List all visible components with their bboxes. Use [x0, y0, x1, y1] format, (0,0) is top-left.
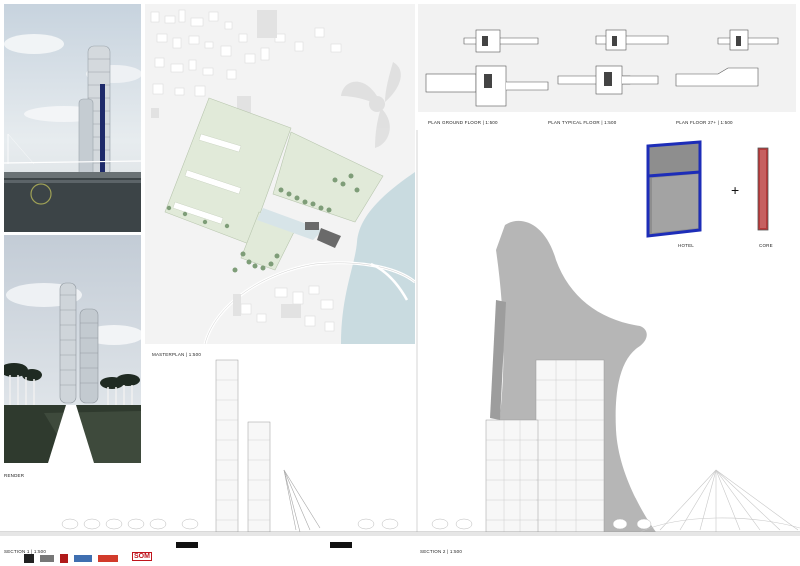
plan-typical-label: PLAN TYPICAL FLOOR | 1:500	[548, 120, 617, 125]
plans-panel	[418, 4, 796, 112]
core-label: CORE	[759, 243, 773, 248]
hotel-label: HOTEL	[678, 243, 695, 248]
som-logo: SOM	[132, 552, 152, 561]
hotel-core-diagram	[640, 138, 790, 248]
plus-sign: +	[731, 182, 740, 198]
plan-ground-label: PLAN GROUND FLOOR | 1:500	[428, 120, 498, 125]
plan-floor-label: PLAN FLOOR 27+ | 1:500	[676, 120, 733, 125]
logo-2	[40, 555, 54, 562]
section2-label: SECTION 2 | 1:500	[420, 549, 463, 554]
logo-3	[60, 554, 68, 563]
logo-5	[98, 555, 118, 562]
logos-strip: SOM	[24, 552, 154, 564]
logo-1	[24, 554, 34, 563]
logo-4	[74, 555, 92, 562]
